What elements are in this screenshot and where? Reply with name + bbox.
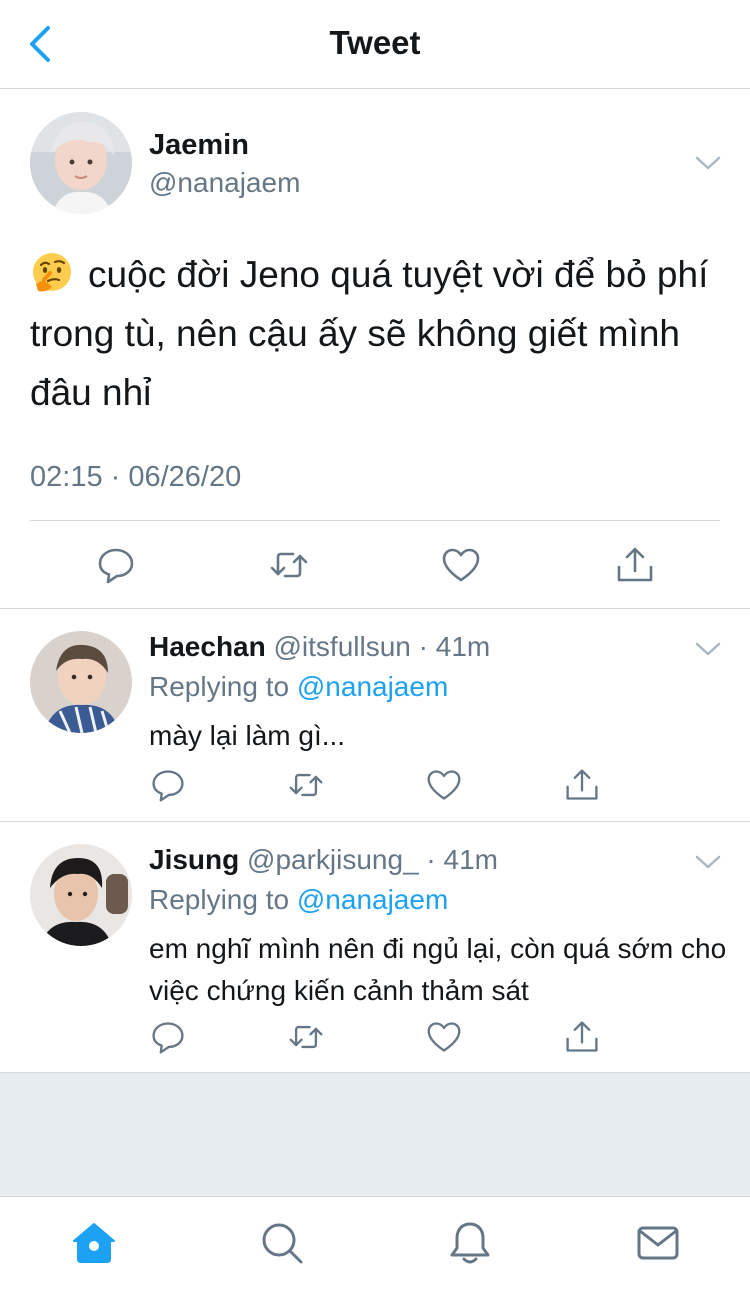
like-heart-icon[interactable]: [441, 545, 481, 585]
thinking-face-icon: [33, 253, 71, 292]
retweet-icon[interactable]: [288, 767, 324, 803]
retweet-icon[interactable]: [269, 545, 309, 585]
divider: [30, 520, 720, 521]
avatar[interactable]: [30, 631, 132, 733]
author-handle[interactable]: @itsfullsun: [274, 631, 411, 662]
mail-icon[interactable]: [634, 1219, 682, 1267]
tweet-text: cuộc đời Jeno quá tuyệt vời để bỏ phí tr…: [30, 254, 709, 413]
separator-dot: ·: [418, 844, 444, 875]
tweet-timestamp: 02:15 · 06/26/20: [30, 461, 242, 493]
reply-header: Haechan @itsfullsun · 41m: [149, 631, 490, 663]
reply-icon[interactable]: [96, 545, 136, 585]
reply-tweet[interactable]: Jisung @parkjisung_ · 41m Replying to @n…: [0, 822, 750, 1073]
bell-icon[interactable]: [446, 1219, 494, 1267]
search-icon[interactable]: [258, 1219, 306, 1267]
author-name[interactable]: Jisung: [149, 844, 239, 875]
reply-time: 41m: [443, 844, 498, 875]
author-name[interactable]: Haechan: [149, 631, 266, 662]
share-icon[interactable]: [564, 767, 600, 803]
reply-time: 41m: [435, 631, 491, 662]
replying-to-label: Replying to: [149, 671, 290, 702]
bottom-tab-bar: [0, 1196, 750, 1294]
chevron-down-icon[interactable]: [693, 639, 723, 659]
reply-text: em nghĩ mình nên đi ngủ lại, còn quá sớm…: [149, 933, 727, 1006]
mention-link[interactable]: @nanajaem: [297, 884, 448, 915]
author-handle[interactable]: @parkjisung_: [247, 844, 419, 875]
avatar[interactable]: [30, 844, 132, 946]
replying-to-label: Replying to: [149, 884, 290, 915]
tweet-body: cuộc đời Jeno quá tuyệt vời để bỏ phí tr…: [30, 245, 720, 422]
share-icon[interactable]: [564, 1019, 600, 1055]
separator-dot: ·: [410, 631, 436, 662]
share-icon[interactable]: [615, 545, 655, 585]
page-title: Tweet: [329, 24, 421, 61]
reply-icon[interactable]: [150, 1019, 186, 1055]
chevron-down-icon[interactable]: [693, 153, 723, 173]
like-heart-icon[interactable]: [426, 767, 462, 803]
replying-to: Replying to @nanajaem: [149, 884, 448, 916]
replying-to: Replying to @nanajaem: [149, 671, 448, 703]
author-name[interactable]: Jaemin: [149, 129, 249, 162]
author-handle[interactable]: @nanajaem: [149, 167, 300, 199]
main-tweet: Jaemin @nanajaem cuộc đời Jeno quá tuyệt…: [0, 89, 750, 609]
timeline-empty-area: [0, 1073, 750, 1196]
top-nav-bar: Tweet: [0, 0, 750, 89]
reply-icon[interactable]: [150, 767, 186, 803]
reply-tweet[interactable]: Haechan @itsfullsun · 41m Replying to @n…: [0, 609, 750, 822]
chevron-down-icon[interactable]: [693, 852, 723, 872]
mention-link[interactable]: @nanajaem: [297, 671, 448, 702]
home-icon[interactable]: [70, 1219, 118, 1267]
retweet-icon[interactable]: [288, 1019, 324, 1055]
reply-text: mày lại làm gì...: [149, 720, 346, 751]
avatar[interactable]: [30, 112, 132, 214]
reply-header: Jisung @parkjisung_ · 41m: [149, 844, 498, 876]
like-heart-icon[interactable]: [426, 1019, 462, 1055]
